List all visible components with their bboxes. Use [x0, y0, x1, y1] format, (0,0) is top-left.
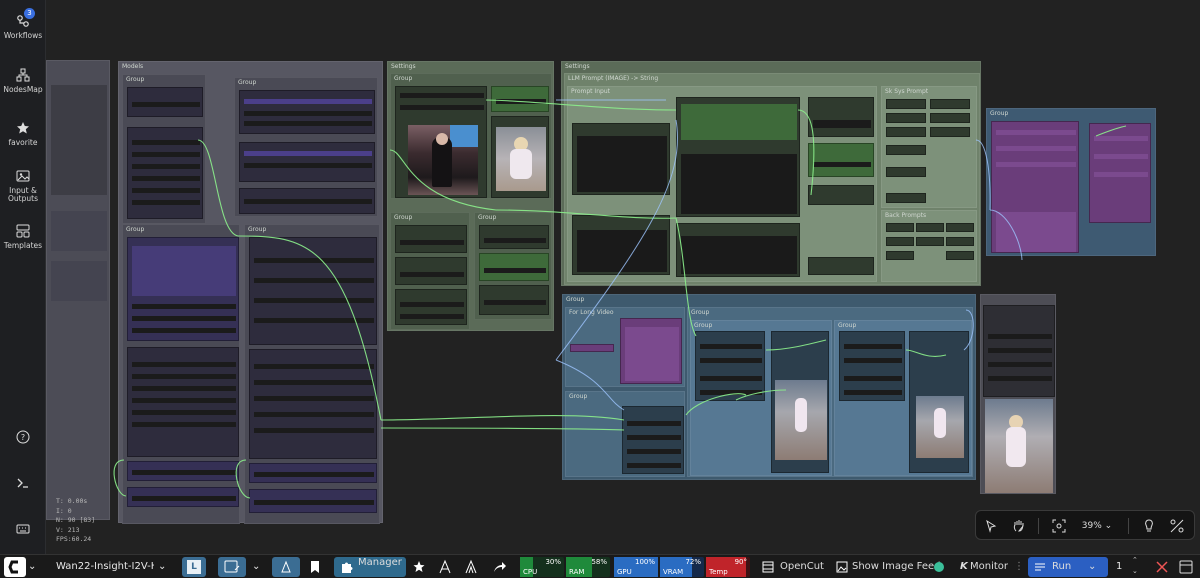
canvas-toolbar: 39% ⌄: [975, 510, 1195, 540]
cpu-value: 30%: [545, 558, 561, 566]
temp-meter: 90° Temp: [706, 557, 750, 577]
select-icon[interactable]: [982, 517, 1000, 535]
render-stats: T: 0.00s I: 0 N: 90 [83] V: 213 FPS:60.2…: [56, 497, 95, 545]
vram-label: VRAM: [663, 568, 684, 576]
image-icon: [16, 170, 30, 182]
queue-list-icon: [1035, 563, 1045, 571]
vram-value: 72%: [685, 558, 701, 566]
sidebar-item-input-outputs[interactable]: Input & Outputs: [0, 169, 46, 204]
run-button[interactable]: Run ⌄: [1028, 557, 1108, 577]
l-button[interactable]: L: [182, 557, 206, 577]
comfy-logo-button[interactable]: [4, 557, 26, 577]
opencut-button[interactable]: OpenCut: [760, 557, 826, 577]
run-label: Run: [1052, 561, 1072, 572]
batch-count-input[interactable]: 1: [1116, 557, 1122, 577]
image-feed-status-icon: [934, 562, 944, 572]
fit-view-icon[interactable]: [1050, 517, 1068, 535]
queue-image-button[interactable]: [218, 557, 246, 577]
node-links: [113, 99, 1127, 499]
gpu-label: GPU: [617, 568, 632, 576]
sidebar-item-label-line2: Outputs: [8, 194, 38, 204]
help-icon[interactable]: ?: [16, 430, 30, 444]
zoom-dropdown[interactable]: 39% ⌄: [1080, 517, 1114, 535]
sidebar-item-nodesmap[interactable]: NodesMap: [0, 68, 46, 94]
batch-decrement-icon[interactable]: ⌄: [1132, 566, 1138, 578]
run-mode-chevron-icon[interactable]: ⌄: [1088, 557, 1096, 577]
sidebar-item-label: Workflows: [3, 31, 43, 40]
ram-label: RAM: [569, 568, 585, 576]
node-canvas[interactable]: Models Group Group Group Group Settings …: [46, 0, 1200, 554]
cpu-meter: 30% CPU: [520, 557, 564, 577]
film-icon: [762, 561, 774, 573]
stat-v: V: 213: [56, 525, 80, 534]
terminal-icon[interactable]: [16, 476, 30, 490]
stat-fps: FPS:60.24: [56, 535, 92, 543]
app-root: 3 Workflows NodesMap favorite Input & Ou…: [0, 0, 1200, 578]
workflow-tab[interactable]: Wan22-Insight-I2V-H...: [56, 557, 154, 577]
logo-menu-chevron-icon[interactable]: ⌄: [28, 557, 36, 577]
share-icon[interactable]: [490, 557, 508, 577]
nodesmap-icon: [16, 68, 30, 82]
sidebar-item-label: favorite: [8, 138, 38, 147]
templates-icon: [16, 224, 30, 238]
left-sidebar: 3 Workflows NodesMap favorite Input & Ou…: [0, 0, 46, 554]
monitor-k-icon: K: [960, 561, 968, 572]
gpu-value: 100%: [634, 558, 655, 566]
sidebar-item-label: NodesMap: [3, 85, 43, 94]
l-icon: L: [187, 560, 201, 574]
comfy-logo-icon: [8, 560, 18, 574]
queue-panel-icon[interactable]: [1178, 557, 1194, 577]
keyboard-icon[interactable]: [16, 522, 30, 536]
puzzle-icon: [342, 562, 353, 573]
manager-button[interactable]: Manager: [334, 557, 406, 577]
cpu-label: CPU: [523, 568, 538, 576]
clean-cache-icon[interactable]: [462, 557, 480, 577]
link-visibility-icon[interactable]: [1168, 517, 1186, 535]
sidebar-item-label: Templates: [3, 241, 43, 250]
queue-chevron-icon[interactable]: ⌄: [252, 557, 260, 577]
gpu-meter: 100% GPU: [614, 557, 658, 577]
monitor-button[interactable]: K Monitor: [958, 557, 1009, 577]
stat-i: I: 0: [56, 506, 72, 515]
image-feed-icon: [836, 561, 848, 573]
svg-text:?: ?: [21, 433, 25, 442]
hand-icon[interactable]: [1010, 517, 1028, 535]
zoom-level: 39%: [1081, 521, 1102, 531]
show-image-feed-label: Show Image Feed: [852, 561, 941, 572]
stat-t: T: 0.00s: [56, 497, 88, 505]
ram-value: 58%: [591, 558, 607, 566]
sidebar-item-favorite[interactable]: favorite: [0, 121, 46, 147]
bookmark-icon[interactable]: [306, 557, 324, 577]
monitor-label: Monitor: [970, 561, 1009, 572]
clean-vram-icon[interactable]: [436, 557, 454, 577]
broom-icon: [281, 560, 291, 573]
sidebar-item-workflows[interactable]: 3 Workflows: [0, 8, 46, 40]
temp-value: 90°: [734, 558, 747, 566]
sidebar-item-templates[interactable]: Templates: [0, 224, 46, 250]
stat-n: N: 90 [83]: [56, 516, 96, 524]
show-image-feed-button[interactable]: Show Image Feed: [834, 557, 946, 577]
bottom-toolbar: ⌄ Wan22-Insight-I2V-H... ⌄ L ⌄ Manager 3…: [0, 554, 1200, 578]
workflows-count-badge: 3: [24, 8, 35, 19]
vram-meter: 72% VRAM: [660, 557, 704, 577]
bulb-icon[interactable]: [1140, 517, 1158, 535]
tools-button[interactable]: [272, 557, 300, 577]
image-refresh-icon: [224, 560, 240, 573]
ram-meter: 58% RAM: [566, 557, 610, 577]
workflow-tab-chevron-icon[interactable]: ⌄: [158, 557, 166, 577]
cancel-run-icon[interactable]: [1154, 557, 1170, 577]
temp-label: Temp: [709, 568, 728, 576]
star-icon: [17, 122, 29, 134]
manager-label: Manager: [358, 557, 402, 568]
opencut-label: OpenCut: [780, 561, 824, 572]
star-icon[interactable]: [410, 557, 428, 577]
